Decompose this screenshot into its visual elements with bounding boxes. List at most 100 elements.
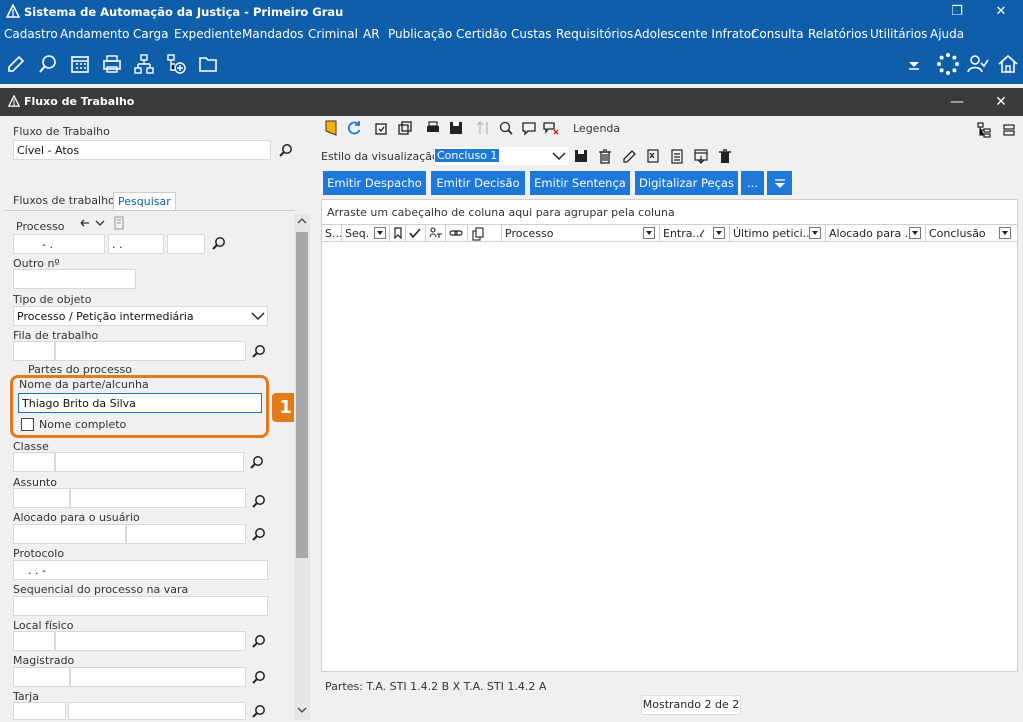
- nome-parte-input[interactable]: Thiago Brito da Silva: [18, 393, 262, 413]
- column-header-entrada[interactable]: Entra...: [660, 225, 730, 241]
- search-icon[interactable]: [251, 670, 267, 686]
- column-header-documents[interactable]: [468, 225, 502, 241]
- column-filter-dropdown[interactable]: [909, 227, 921, 239]
- tab-pesquisar[interactable]: Pesquisar: [113, 192, 176, 210]
- estilo-select[interactable]: Concluso 1: [434, 147, 569, 165]
- more-button[interactable]: ...: [741, 171, 764, 195]
- subwindow-close-button[interactable]: ✕: [990, 92, 1012, 112]
- column-header-status[interactable]: S...: [322, 225, 342, 241]
- chevron-down-icon[interactable]: [251, 310, 265, 322]
- dropdown-arrow-icon[interactable]: [902, 52, 926, 76]
- protocolo-input[interactable]: . . -: [13, 560, 268, 580]
- column-filter-dropdown[interactable]: [713, 227, 725, 239]
- column-filter-dropdown[interactable]: [643, 227, 655, 239]
- magistrado-code-input[interactable]: [13, 667, 70, 687]
- printer-icon[interactable]: [100, 52, 124, 76]
- search-icon[interactable]: [211, 236, 227, 252]
- digitalizar-pecas-button[interactable]: Digitalizar Peças: [635, 171, 738, 195]
- tree-icon[interactable]: [975, 121, 993, 139]
- sort-icon[interactable]: [699, 228, 707, 238]
- column-header-link[interactable]: [446, 225, 468, 241]
- column-header-bookmark[interactable]: [390, 225, 406, 241]
- scroll-down-icon[interactable]: [296, 705, 308, 715]
- home-icon[interactable]: [996, 52, 1020, 76]
- delete-icon[interactable]: [716, 147, 734, 165]
- menu-ajuda[interactable]: Ajuda: [930, 27, 964, 41]
- comment-icon[interactable]: [520, 119, 538, 137]
- classe-desc-input[interactable]: [55, 452, 244, 472]
- refresh-icon[interactable]: [345, 119, 363, 137]
- local-code-input[interactable]: [13, 631, 55, 651]
- chevron-down-icon[interactable]: [95, 218, 105, 228]
- left-scrollbar-thumb[interactable]: [296, 232, 308, 558]
- column-header-ultimo-peticionamento[interactable]: Último petici...: [730, 225, 826, 241]
- print-icon[interactable]: [424, 119, 442, 137]
- restore-button[interactable]: ❐: [946, 2, 968, 22]
- column-filter-dropdown[interactable]: [374, 227, 386, 239]
- processo-input-part1[interactable]: - .: [13, 234, 105, 254]
- alocado-name-input[interactable]: [126, 524, 246, 544]
- save-icon[interactable]: [572, 147, 590, 165]
- processo-input-part3[interactable]: [167, 234, 205, 254]
- sequencial-input[interactable]: [13, 596, 268, 616]
- menu-mandados[interactable]: Mandados: [242, 27, 304, 41]
- search-icon[interactable]: [251, 494, 267, 510]
- trash-icon[interactable]: [596, 147, 614, 165]
- menu-certidao[interactable]: Certidão: [456, 27, 507, 41]
- zoom-document-icon[interactable]: [497, 119, 515, 137]
- tarja-code-input[interactable]: [13, 702, 66, 720]
- undo-icon[interactable]: [78, 216, 92, 230]
- menu-andamento[interactable]: Andamento: [60, 27, 130, 41]
- local-desc-input[interactable]: [55, 631, 246, 651]
- assunto-desc-input[interactable]: [70, 488, 246, 508]
- search-icon[interactable]: [251, 634, 267, 650]
- list-icon[interactable]: [1000, 121, 1018, 139]
- column-filter-dropdown[interactable]: [999, 227, 1011, 239]
- alocado-code-input[interactable]: [13, 524, 126, 544]
- scroll-up-icon[interactable]: [296, 216, 308, 226]
- processo-input-part2[interactable]: . .: [108, 234, 164, 254]
- column-header-hierarchy[interactable]: [426, 225, 446, 241]
- menu-relatorios[interactable]: Relatórios: [808, 27, 868, 41]
- menu-consulta[interactable]: Consulta: [751, 27, 804, 41]
- add-hierarchy-icon[interactable]: [164, 52, 188, 76]
- menu-utilitarios[interactable]: Utilitários: [870, 27, 927, 41]
- fila-code-input[interactable]: [13, 341, 55, 361]
- subwindow-minimize-button[interactable]: —: [946, 92, 968, 112]
- note-icon[interactable]: [322, 119, 340, 137]
- column-header-check[interactable]: [406, 225, 426, 241]
- search-icon[interactable]: [278, 143, 294, 159]
- window-close-button[interactable]: ✕: [990, 2, 1012, 22]
- menu-requisitorios[interactable]: Requisitórios: [556, 27, 633, 41]
- search-icon[interactable]: [251, 527, 267, 543]
- emitir-sentenca-button[interactable]: Emitir Sentença: [530, 171, 630, 195]
- fila-desc-input[interactable]: [55, 341, 246, 361]
- calendar-icon[interactable]: [68, 52, 92, 76]
- excel-icon[interactable]: [644, 147, 662, 165]
- dropdown-button[interactable]: [767, 171, 792, 195]
- users-icon[interactable]: [966, 52, 990, 76]
- menu-criminal[interactable]: Criminal: [308, 27, 358, 41]
- search-icon[interactable]: [249, 455, 265, 471]
- assunto-code-input[interactable]: [13, 488, 70, 508]
- column-filter-dropdown[interactable]: [809, 227, 821, 239]
- edit-icon[interactable]: [4, 52, 28, 76]
- search-document-icon[interactable]: [36, 52, 60, 76]
- transfer-icon[interactable]: [475, 119, 493, 137]
- document-icon[interactable]: [113, 216, 125, 230]
- search-icon[interactable]: [251, 704, 267, 720]
- legenda-label[interactable]: Legenda: [573, 122, 620, 135]
- emitir-decisao-button[interactable]: Emitir Decisão: [431, 171, 525, 195]
- column-header-alocado[interactable]: Alocado para ...: [826, 225, 926, 241]
- outro-input[interactable]: [13, 269, 136, 289]
- chevron-down-icon[interactable]: [552, 150, 566, 162]
- menu-custas[interactable]: Custas: [511, 27, 552, 41]
- menu-cadastro[interactable]: Cadastro: [4, 27, 58, 41]
- export-icon[interactable]: [692, 147, 710, 165]
- save-icon[interactable]: [447, 119, 465, 137]
- menu-expediente[interactable]: Expediente: [174, 27, 242, 41]
- search-icon[interactable]: [251, 344, 267, 360]
- menu-adolescente-infrator[interactable]: Adolescente Infrator: [634, 27, 756, 41]
- tipo-select[interactable]: Processo / Petição intermediária: [13, 306, 268, 326]
- folder-icon[interactable]: [196, 52, 220, 76]
